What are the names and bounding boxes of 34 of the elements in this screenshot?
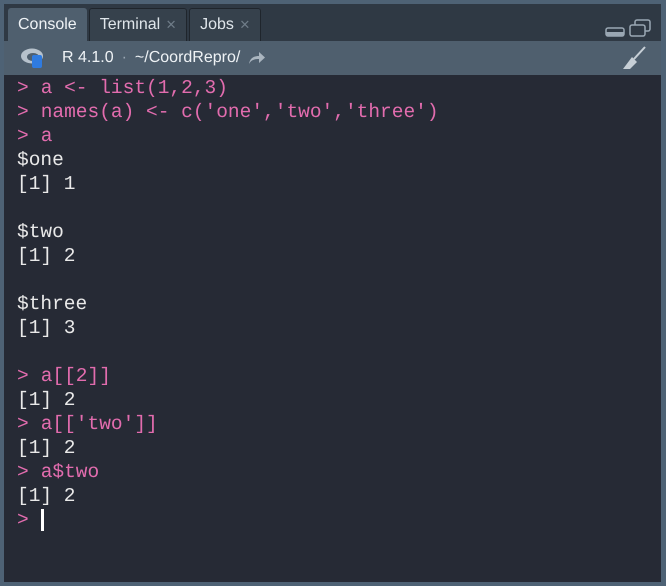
console-output: $one xyxy=(17,148,64,172)
console-output: [1] 2 xyxy=(17,388,76,412)
console-command: a$two xyxy=(40,460,100,484)
console-output: $three xyxy=(17,292,88,316)
console-output: [1] 2 xyxy=(17,244,76,268)
r-version: R 4.1.0 xyxy=(62,48,114,68)
r-logo-icon xyxy=(20,47,46,69)
broom-icon[interactable] xyxy=(621,46,647,70)
working-directory[interactable]: ~/CoordRepro/ xyxy=(134,46,240,70)
prompt-symbol: > xyxy=(17,508,29,532)
console-tab[interactable]: Terminal × xyxy=(88,8,188,41)
maximize-icon[interactable] xyxy=(629,19,651,37)
console-command: a[[2]] xyxy=(40,364,111,388)
prompt-symbol: > xyxy=(17,412,29,436)
console-output: [1] 2 xyxy=(17,484,76,508)
share-arrow-icon[interactable] xyxy=(248,51,266,65)
console-command: a xyxy=(40,124,52,148)
console-output: [1] 2 xyxy=(17,436,76,460)
console-output: [1] 1 xyxy=(17,172,76,196)
console-command: a[['two']] xyxy=(40,412,158,436)
prompt-symbol: > xyxy=(17,364,29,388)
console-output: [1] 3 xyxy=(17,316,76,340)
console-command: a <- list(1,2,3) xyxy=(40,76,228,100)
prompt-symbol: > xyxy=(17,100,29,124)
prompt-symbol: > xyxy=(17,124,29,148)
console-tab[interactable]: Jobs × xyxy=(189,8,261,41)
prompt-symbol: > xyxy=(17,76,29,100)
prompt-symbol: > xyxy=(17,460,29,484)
console-tab[interactable]: Console xyxy=(8,8,87,41)
separator-dot: · xyxy=(122,48,127,68)
minimize-icon[interactable] xyxy=(605,27,625,37)
console-command: names(a) <- c('one','two','three') xyxy=(40,100,439,124)
console-output: $two xyxy=(17,220,64,244)
text-cursor[interactable] xyxy=(40,509,44,531)
